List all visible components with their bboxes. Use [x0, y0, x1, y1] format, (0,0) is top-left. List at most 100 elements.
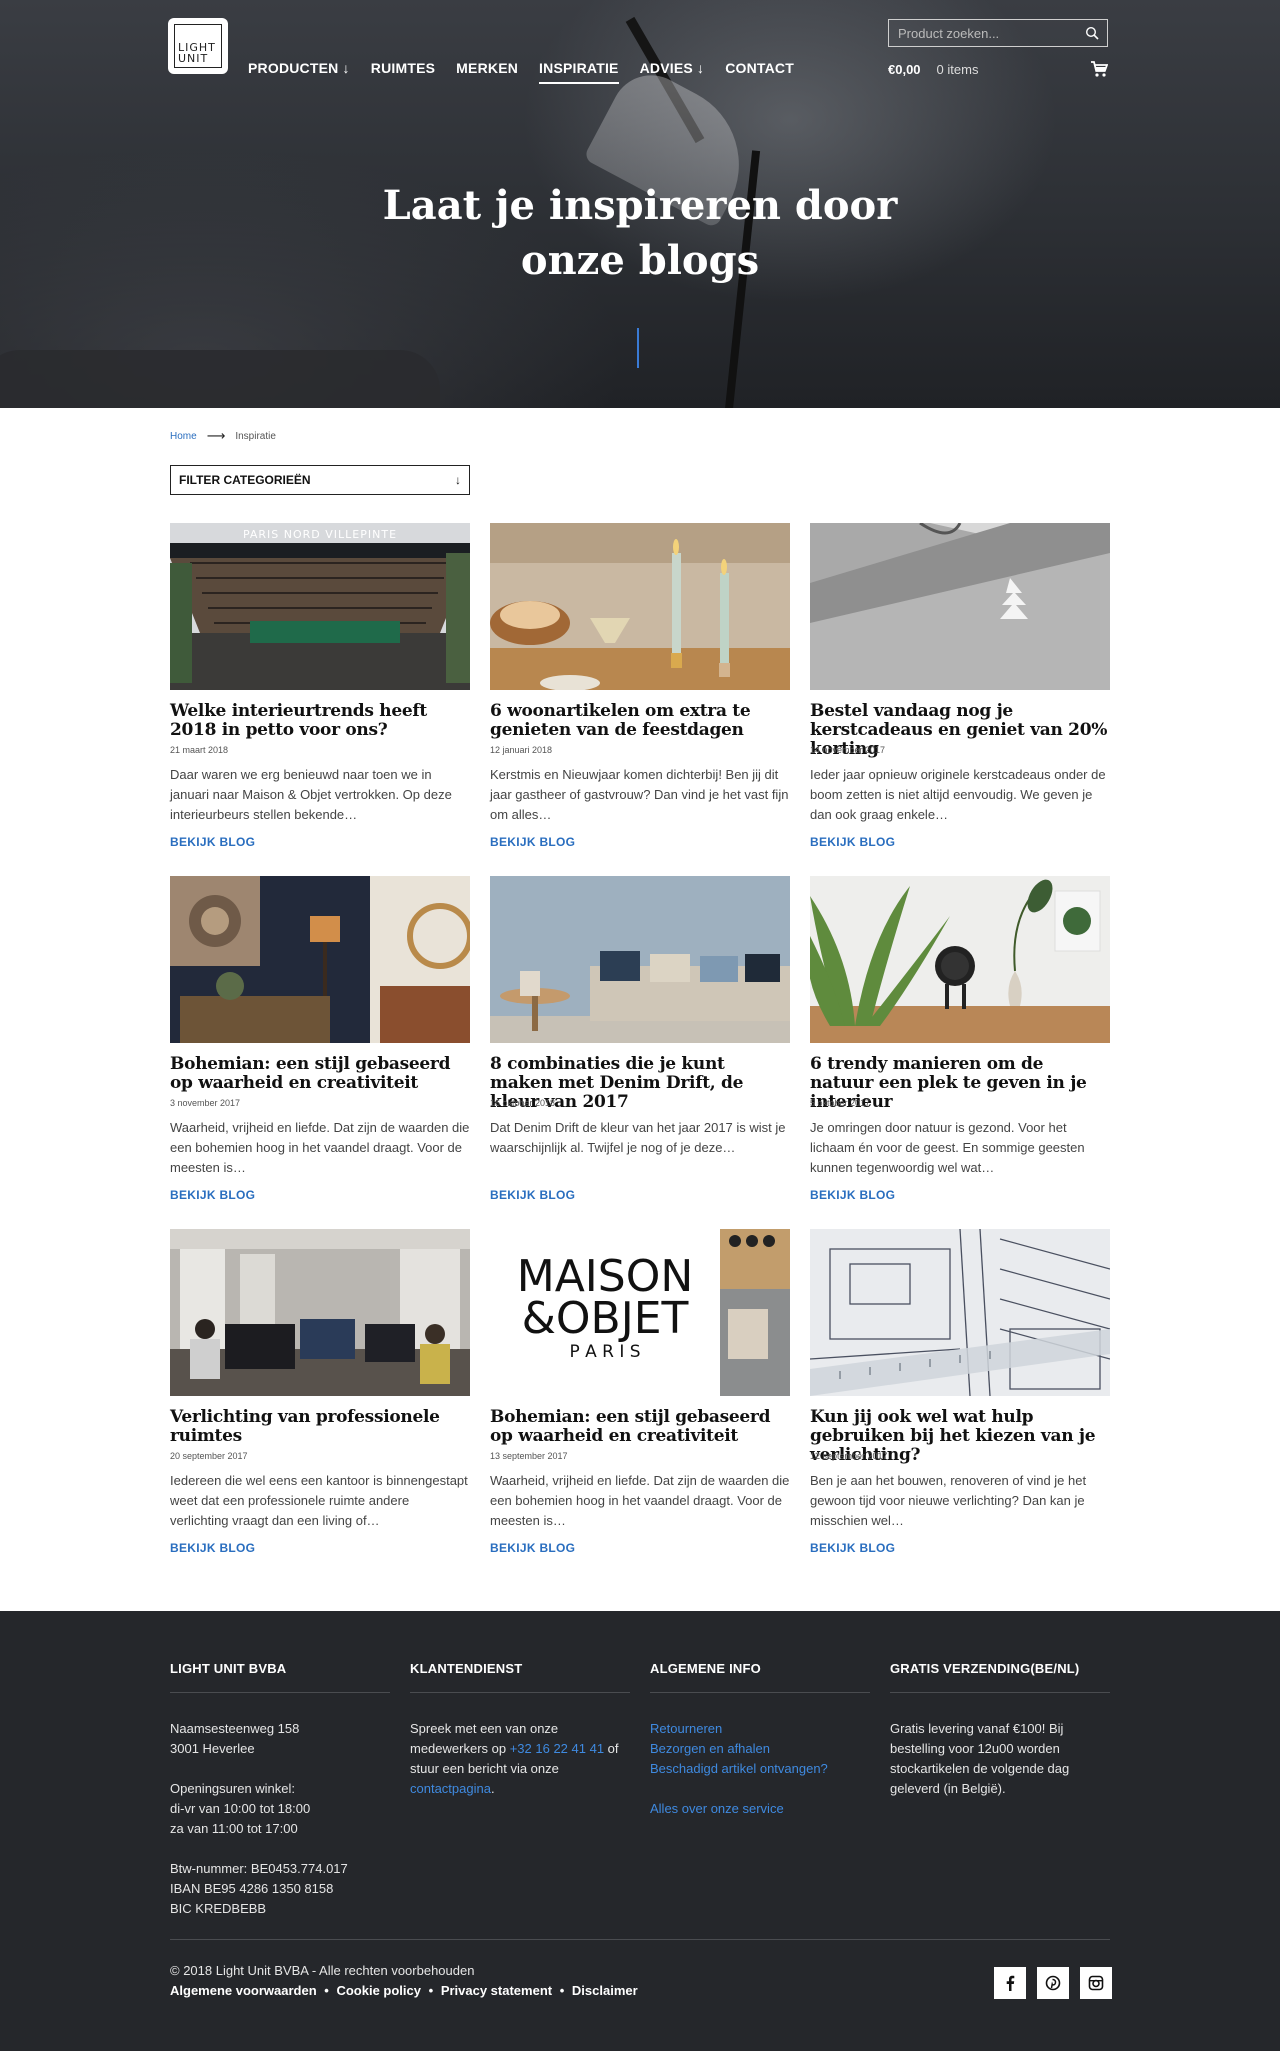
blog-card: PARIS NORD VILLEPINTE Welke interieurtre…	[170, 523, 470, 851]
blog-title[interactable]: Verlichting van professionele ruimtes	[170, 1408, 470, 1446]
footer-link-service[interactable]: Alles over onze service	[650, 1799, 870, 1819]
facebook-icon[interactable]	[994, 1967, 1026, 1999]
logo-text: LIGHT UNIT	[174, 24, 222, 68]
main-nav: PRODUCTEN ↓ RUIMTES MERKEN INSPIRATIE AD…	[248, 60, 815, 84]
footer-hours-saturday: za van 11:00 tot 17:00	[170, 1821, 298, 1836]
maison-objet-scene: MAISON &OBJET P A R I S	[490, 1229, 790, 1396]
footer-legal-separator: •	[324, 1983, 329, 1998]
search-input[interactable]	[898, 25, 1078, 41]
footer-link-damaged[interactable]: Beschadigd artikel ontvangen?	[650, 1759, 870, 1779]
hero-sofa-shape	[0, 350, 440, 408]
blog-excerpt: Iedereen die wel eens een kantoor is bin…	[170, 1473, 468, 1528]
footer-divider	[170, 1939, 1110, 1940]
read-blog-link[interactable]: BEKIJK BLOG	[170, 1188, 255, 1202]
blog-excerpt: Waarheid, vrijheid en liefde. Dat zijn d…	[490, 1473, 790, 1528]
cart-summary[interactable]: €0,00 0 items	[888, 60, 1108, 78]
blog-title[interactable]: 6 woonartikelen om extra te genieten van…	[490, 702, 790, 740]
nav-item-inspiratie[interactable]: INSPIRATIE	[539, 60, 619, 84]
blog-title[interactable]: Welke interieurtrends heeft 2018 in pett…	[170, 702, 470, 740]
blog-date: 5 oktober 2017	[810, 1098, 871, 1108]
read-blog-link[interactable]: BEKIJK BLOG	[810, 835, 895, 849]
hero-title-line2: onze blogs	[520, 237, 760, 284]
blog-title[interactable]: Bohemian: een stijl gebaseerd op waarhei…	[170, 1055, 470, 1093]
maison-logo-line2: &OBJET	[522, 1293, 689, 1344]
blog-image-trade-fair[interactable]: PARIS NORD VILLEPINTE	[170, 523, 470, 690]
footer-contact-link[interactable]: contactpagina	[410, 1781, 491, 1796]
footer-heading: GRATIS VERZENDING(BE/NL)	[890, 1661, 1110, 1693]
blog-image-bohemian-room[interactable]	[170, 876, 470, 1043]
footer-copyright: © 2018 Light Unit BVBA - Alle rechten vo…	[170, 1963, 475, 1978]
footer-link-cookies[interactable]: Cookie policy	[336, 1983, 421, 1998]
footer-link-delivery[interactable]: Bezorgen en afhalen	[650, 1739, 870, 1759]
blog-image-maison-objet[interactable]: MAISON &OBJET P A R I S	[490, 1229, 790, 1396]
footer-iban: IBAN BE95 4286 1350 8158	[170, 1881, 334, 1896]
blog-title[interactable]: Kun jij ook wel wat hulp gebruiken bij h…	[810, 1408, 1110, 1465]
footer-link-returns[interactable]: Retourneren	[650, 1719, 870, 1739]
breadcrumb-home[interactable]: Home	[170, 431, 197, 442]
blueprint-scene	[810, 1229, 1110, 1396]
instagram-icon[interactable]	[1080, 1967, 1112, 1999]
nav-item-merken[interactable]: MERKEN	[456, 60, 518, 84]
footer-hours-title: Openingsuren winkel:	[170, 1781, 296, 1796]
pinterest-icon[interactable]	[1037, 1967, 1069, 1999]
blog-card: Verlichting van professionele ruimtes 20…	[170, 1229, 470, 1557]
footer-legal-separator: •	[559, 1983, 565, 1998]
nav-item-ruimtes[interactable]: RUIMTES	[371, 60, 435, 84]
breadcrumb-current: Inspiratie	[235, 430, 276, 442]
read-blog-link[interactable]: BEKIJK BLOG	[490, 835, 575, 849]
blog-title[interactable]: Bohemian: een stijl gebaseerd op waarhei…	[490, 1408, 790, 1446]
blog-image-gift[interactable]	[810, 523, 1110, 690]
blog-image-denim-sofa[interactable]	[490, 876, 790, 1043]
footer-customer-service-column: KLANTENDIENST Spreek met een van onze me…	[410, 1661, 630, 1819]
read-blog-link[interactable]: BEKIJK BLOG	[490, 1188, 575, 1202]
blog-excerpt: Ben je aan het bouwen, renoveren of vind…	[810, 1473, 1087, 1528]
footer-link-terms[interactable]: Algemene voorwaarden	[170, 1983, 317, 1998]
blog-image-office[interactable]	[170, 1229, 470, 1396]
bohemian-room-scene	[170, 876, 470, 1043]
blog-title[interactable]: Bestel vandaag nog je kerstcadeaus en ge…	[810, 702, 1110, 759]
footer-general-info-column: ALGEMENE INFO Retourneren Bezorgen en af…	[650, 1661, 870, 1839]
nav-item-producten[interactable]: PRODUCTEN ↓	[248, 60, 350, 84]
blog-date: 3 november 2017	[170, 1098, 241, 1108]
arrow-down-icon: ↓	[455, 473, 461, 487]
footer-link-privacy[interactable]: Privacy statement	[441, 1983, 552, 1998]
blog-title[interactable]: 6 trendy manieren om de natuur een plek …	[810, 1055, 1110, 1112]
nav-item-contact[interactable]: CONTACT	[725, 60, 794, 84]
nav-item-advies[interactable]: ADVIES ↓	[640, 60, 705, 84]
blog-image-candles[interactable]	[490, 523, 790, 690]
blog-card: Bestel vandaag nog je kerstcadeaus en ge…	[810, 523, 1110, 851]
blog-date: 20 september 2017	[170, 1451, 248, 1461]
footer-link-disclaimer[interactable]: Disclaimer	[572, 1983, 638, 1998]
trade-fair-scene: PARIS NORD VILLEPINTE	[170, 523, 470, 690]
blog-date: 13 september 2017	[490, 1451, 568, 1461]
breadcrumb: Home ⟶ Inspiratie	[170, 428, 276, 444]
blog-image-blueprint[interactable]	[810, 1229, 1110, 1396]
read-blog-link[interactable]: BEKIJK BLOG	[170, 835, 255, 849]
blog-excerpt: Je omringen door natuur is gezond. Voor …	[810, 1120, 1085, 1175]
read-blog-link[interactable]: BEKIJK BLOG	[810, 1188, 895, 1202]
blog-image-plants[interactable]	[810, 876, 1110, 1043]
blog-card: 6 trendy manieren om de natuur een plek …	[810, 876, 1110, 1204]
blog-date: 12 januari 2018	[490, 745, 553, 755]
blog-title[interactable]: 8 combinaties die je kunt maken met Deni…	[490, 1055, 790, 1112]
read-blog-link[interactable]: BEKIJK BLOG	[490, 1541, 575, 1555]
footer-heading: LIGHT UNIT BVBA	[170, 1661, 390, 1693]
site-logo[interactable]: LIGHT UNIT	[168, 18, 228, 74]
candles-scene	[490, 523, 790, 690]
filter-categories-dropdown[interactable]: FILTER CATEGORIEËN ↓	[170, 465, 470, 495]
cart-icon[interactable]	[1090, 60, 1108, 78]
cart-item-count: 0 items	[936, 62, 979, 77]
footer-company-column: LIGHT UNIT BVBA Naamsesteenweg 158 3001 …	[170, 1661, 390, 1939]
blog-excerpt: Dat Denim Drift de kleur van het jaar 20…	[490, 1120, 786, 1155]
read-blog-link[interactable]: BEKIJK BLOG	[810, 1541, 895, 1555]
maison-logo-line3: P A R I S	[569, 1342, 640, 1362]
blog-card: 8 combinaties die je kunt maken met Deni…	[490, 876, 790, 1204]
footer-phone-link[interactable]: +32 16 22 41 41	[510, 1741, 604, 1756]
cart-total: €0,00	[888, 62, 921, 77]
blog-card: 6 woonartikelen om extra te genieten van…	[490, 523, 790, 851]
search-icon[interactable]	[1085, 26, 1099, 40]
footer-service-text-3: .	[490, 1781, 495, 1796]
blog-excerpt: Daar waren we erg benieuwd naar toen we …	[170, 767, 452, 822]
footer-shipping-column: GRATIS VERZENDING(BE/NL) Gratis levering…	[890, 1661, 1110, 1819]
read-blog-link[interactable]: BEKIJK BLOG	[170, 1541, 255, 1555]
